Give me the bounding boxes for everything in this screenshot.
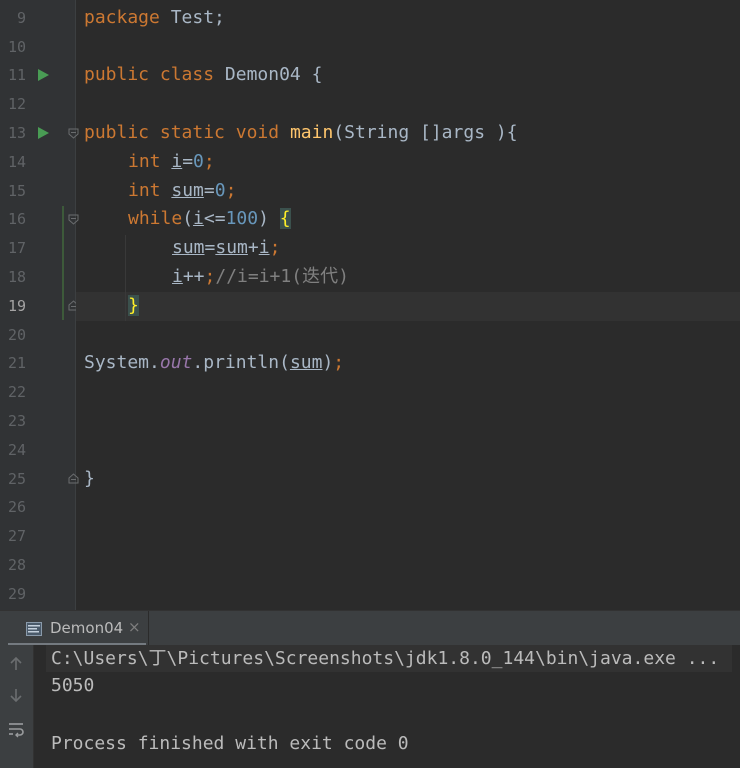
code-line-25[interactable]: } — [84, 465, 95, 494]
scroll-up-icon[interactable] — [6, 654, 26, 674]
fold-icon[interactable] — [68, 128, 79, 139]
console-tab-icon — [26, 621, 42, 636]
code-line-17[interactable]: sum=sum+i; — [172, 234, 280, 263]
run-tab-label: Demon04 — [50, 619, 124, 637]
run-tool-window-tabs: Demon04 × — [0, 610, 740, 646]
line-number: 12 — [7, 95, 26, 113]
code-line-11[interactable]: public class Demon04 { — [84, 61, 322, 90]
run-arrow-icon[interactable] — [38, 69, 49, 81]
code-line-9[interactable]: package Test; — [84, 4, 225, 33]
line-number: 28 — [7, 556, 26, 574]
line-number: 11 — [7, 66, 26, 84]
line-number: 10 — [7, 38, 26, 56]
code-line-15[interactable]: int sum=0; — [128, 177, 236, 206]
console-output-line: 5050 — [51, 675, 95, 696]
console-command-line: C:\Users\丁\Pictures\Screenshots\jdk1.8.0… — [51, 648, 720, 669]
code-line-19[interactable]: } — [128, 292, 139, 321]
code-line-14[interactable]: int i=0; — [128, 148, 215, 177]
indent-guide — [125, 235, 126, 321]
line-number: 15 — [7, 182, 26, 200]
close-icon[interactable]: × — [128, 618, 141, 636]
current-line-highlight — [76, 292, 740, 321]
console-toolbar — [0, 645, 34, 768]
line-number: 26 — [7, 498, 26, 516]
scope-indicator — [62, 206, 64, 320]
line-number: 13 — [7, 124, 26, 142]
code-line-21[interactable]: System.out.println(sum); — [84, 349, 344, 378]
code-editor[interactable]: 9 10 11 12 13 14 15 16 17 18 19 20 21 22… — [0, 0, 740, 610]
line-number: 25 — [7, 470, 26, 488]
line-number: 16 — [7, 210, 26, 228]
code-line-18[interactable]: i++;//i=i+1(迭代) — [172, 263, 349, 292]
line-number: 9 — [16, 9, 26, 27]
line-number: 18 — [7, 268, 26, 286]
line-number: 29 — [7, 585, 26, 603]
fold-icon[interactable] — [68, 473, 79, 484]
line-number: 27 — [7, 527, 26, 545]
line-number: 17 — [7, 239, 26, 257]
code-line-16[interactable]: while(i<=100) { — [128, 205, 291, 234]
line-number: 23 — [7, 412, 26, 430]
run-arrow-icon[interactable] — [38, 127, 49, 139]
scroll-down-icon[interactable] — [6, 685, 26, 705]
soft-wrap-icon[interactable] — [6, 719, 26, 739]
line-number: 14 — [7, 153, 26, 171]
line-number: 24 — [7, 441, 26, 459]
console-output[interactable]: C:\Users\丁\Pictures\Screenshots\jdk1.8.0… — [34, 645, 740, 768]
editor-gutter: 9 10 11 12 13 14 15 16 17 18 19 20 21 22… — [0, 0, 79, 610]
line-number: 21 — [7, 354, 26, 372]
code-line-13[interactable]: public static void main(String []args ){ — [84, 119, 518, 148]
console-exit-line: Process finished with exit code 0 — [51, 733, 409, 754]
line-number: 20 — [7, 326, 26, 344]
line-number: 22 — [7, 383, 26, 401]
line-number-current: 19 — [7, 297, 26, 315]
run-tab-demon04[interactable]: Demon04 × — [0, 611, 149, 646]
fold-icon[interactable] — [68, 214, 79, 225]
